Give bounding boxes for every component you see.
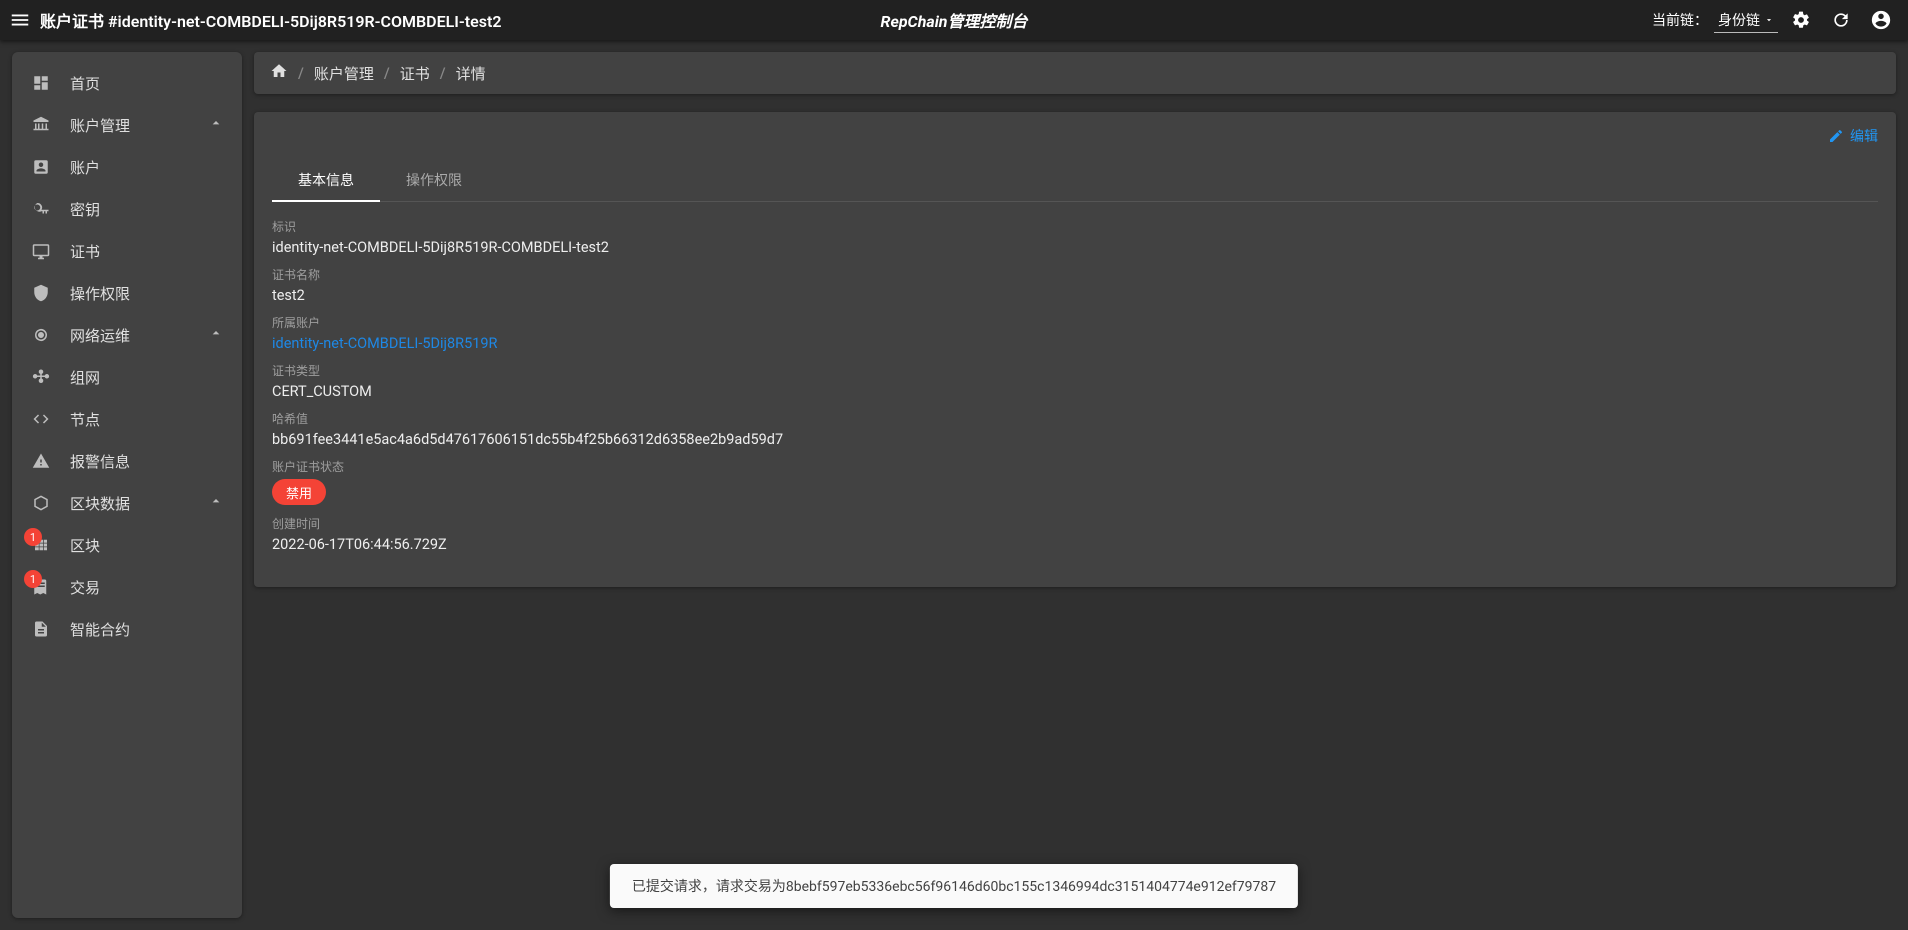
nav-label: 区块 xyxy=(70,535,100,556)
hub-icon xyxy=(30,368,52,386)
nav-alert[interactable]: 报警信息 xyxy=(12,440,242,482)
value-id: identity-net-COMBDELI-5Dij8R519R-COMBDEL… xyxy=(272,239,1878,256)
chevron-down-icon xyxy=(1764,15,1774,25)
nav-tx[interactable]: 1 交易 xyxy=(12,566,242,608)
label-owner: 所属账户 xyxy=(272,314,1878,331)
breadcrumb: / 账户管理 / 证书 / 详情 xyxy=(254,52,1896,94)
value-owner-link[interactable]: identity-net-COMBDELI-5Dij8R519R xyxy=(272,335,1878,352)
nav-account[interactable]: 账户 xyxy=(12,146,242,188)
detail-card: 编辑 基本信息 操作权限 标识 identity-net-COMBDELI-5D… xyxy=(254,112,1896,587)
code-icon xyxy=(30,410,52,428)
account-icon xyxy=(1870,9,1892,31)
gear-icon xyxy=(1791,10,1811,30)
nav-netops[interactable]: 网络运维 xyxy=(12,314,242,356)
nav-label: 节点 xyxy=(70,409,100,430)
chevron-up-icon xyxy=(208,493,224,513)
bank-icon xyxy=(30,116,52,134)
badge: 1 xyxy=(24,528,42,546)
separator: / xyxy=(298,64,304,82)
settings-button[interactable] xyxy=(1784,3,1818,37)
edit-button[interactable]: 编辑 xyxy=(1828,126,1878,146)
sidebar: 首页 账户管理 账户 密钥 证书 操作权限 网络运维 xyxy=(12,52,242,918)
nav-label: 区块数据 xyxy=(70,493,130,514)
nav-label: 首页 xyxy=(70,73,100,94)
label-hash: 哈希值 xyxy=(272,410,1878,427)
warning-icon xyxy=(30,452,52,470)
page-title: 账户证书 #identity-net-COMBDELI-5Dij8R519R-C… xyxy=(40,8,501,32)
status-chip: 禁用 xyxy=(272,479,326,505)
crumb-account-mgmt[interactable]: 账户管理 xyxy=(314,63,374,84)
nav-key[interactable]: 密钥 xyxy=(12,188,242,230)
nav-label: 账户管理 xyxy=(70,115,130,136)
dashboard-icon xyxy=(30,74,52,92)
badge: 1 xyxy=(24,570,42,588)
value-certname: test2 xyxy=(272,287,1878,304)
menu-toggle-button[interactable] xyxy=(0,9,40,31)
nav-account-mgmt[interactable]: 账户管理 xyxy=(12,104,242,146)
crumb-cert[interactable]: 证书 xyxy=(400,63,430,84)
nav-node[interactable]: 节点 xyxy=(12,398,242,440)
chain-label: 当前链： xyxy=(1652,10,1708,30)
nav-perm[interactable]: 操作权限 xyxy=(12,272,242,314)
chevron-up-icon xyxy=(208,115,224,135)
nav-blockdata[interactable]: 区块数据 xyxy=(12,482,242,524)
label-certname: 证书名称 xyxy=(272,266,1878,283)
nav-label: 智能合约 xyxy=(70,619,130,640)
tab-basic[interactable]: 基本信息 xyxy=(272,160,380,202)
separator: / xyxy=(384,64,390,82)
value-hash: bb691fee3441e5ac4a6d5d47617606151dc55b4f… xyxy=(272,431,1878,448)
nav-network[interactable]: 组网 xyxy=(12,356,242,398)
chain-select[interactable]: 身份链 xyxy=(1714,8,1778,33)
topbar: 账户证书 #identity-net-COMBDELI-5Dij8R519R-C… xyxy=(0,0,1908,40)
main: / 账户管理 / 证书 / 详情 编辑 基本信息 操作权限 标识 ident xyxy=(242,40,1908,930)
nav-cert[interactable]: 证书 xyxy=(12,230,242,272)
nav-label: 网络运维 xyxy=(70,325,130,346)
nav-label: 交易 xyxy=(70,577,100,598)
document-icon xyxy=(30,620,52,638)
cube-icon xyxy=(30,494,52,512)
value-certtype: CERT_CUSTOM xyxy=(272,383,1878,400)
snackbar: 已提交请求，请求交易为8bebf597eb5336ebc56f96146d60b… xyxy=(610,864,1298,908)
nav-label: 密钥 xyxy=(70,199,100,220)
chevron-up-icon xyxy=(208,325,224,345)
account-box-icon xyxy=(30,158,52,176)
nav-home[interactable]: 首页 xyxy=(12,62,242,104)
key-icon xyxy=(30,200,52,218)
fields: 标识 identity-net-COMBDELI-5Dij8R519R-COMB… xyxy=(272,202,1878,553)
refresh-button[interactable] xyxy=(1824,3,1858,37)
edit-label: 编辑 xyxy=(1850,126,1878,146)
nav-contract[interactable]: 智能合约 xyxy=(12,608,242,650)
pencil-icon xyxy=(1828,128,1844,144)
label-certtype: 证书类型 xyxy=(272,362,1878,379)
menu-icon xyxy=(9,9,31,31)
value-created: 2022-06-17T06:44:56.729Z xyxy=(272,536,1878,553)
chain-value: 身份链 xyxy=(1718,10,1760,30)
refresh-icon xyxy=(1831,10,1851,30)
home-icon[interactable] xyxy=(270,62,288,84)
tab-perm[interactable]: 操作权限 xyxy=(380,160,488,201)
account-button[interactable] xyxy=(1864,3,1898,37)
app-title: RepChain管理控制台 xyxy=(880,8,1027,32)
nav-label: 证书 xyxy=(70,241,100,262)
nav-label: 报警信息 xyxy=(70,451,130,472)
separator: / xyxy=(440,64,446,82)
nav-label: 操作权限 xyxy=(70,283,130,304)
broadcast-icon xyxy=(30,326,52,344)
tabs: 基本信息 操作权限 xyxy=(272,160,1878,202)
label-id: 标识 xyxy=(272,218,1878,235)
label-status: 账户证书状态 xyxy=(272,458,1878,475)
nav-label: 账户 xyxy=(70,157,100,178)
shield-icon xyxy=(30,284,52,302)
label-created: 创建时间 xyxy=(272,515,1878,532)
nav-block[interactable]: 1 区块 xyxy=(12,524,242,566)
monitor-icon xyxy=(30,242,52,260)
nav-label: 组网 xyxy=(70,367,100,388)
crumb-detail: 详情 xyxy=(456,63,486,84)
